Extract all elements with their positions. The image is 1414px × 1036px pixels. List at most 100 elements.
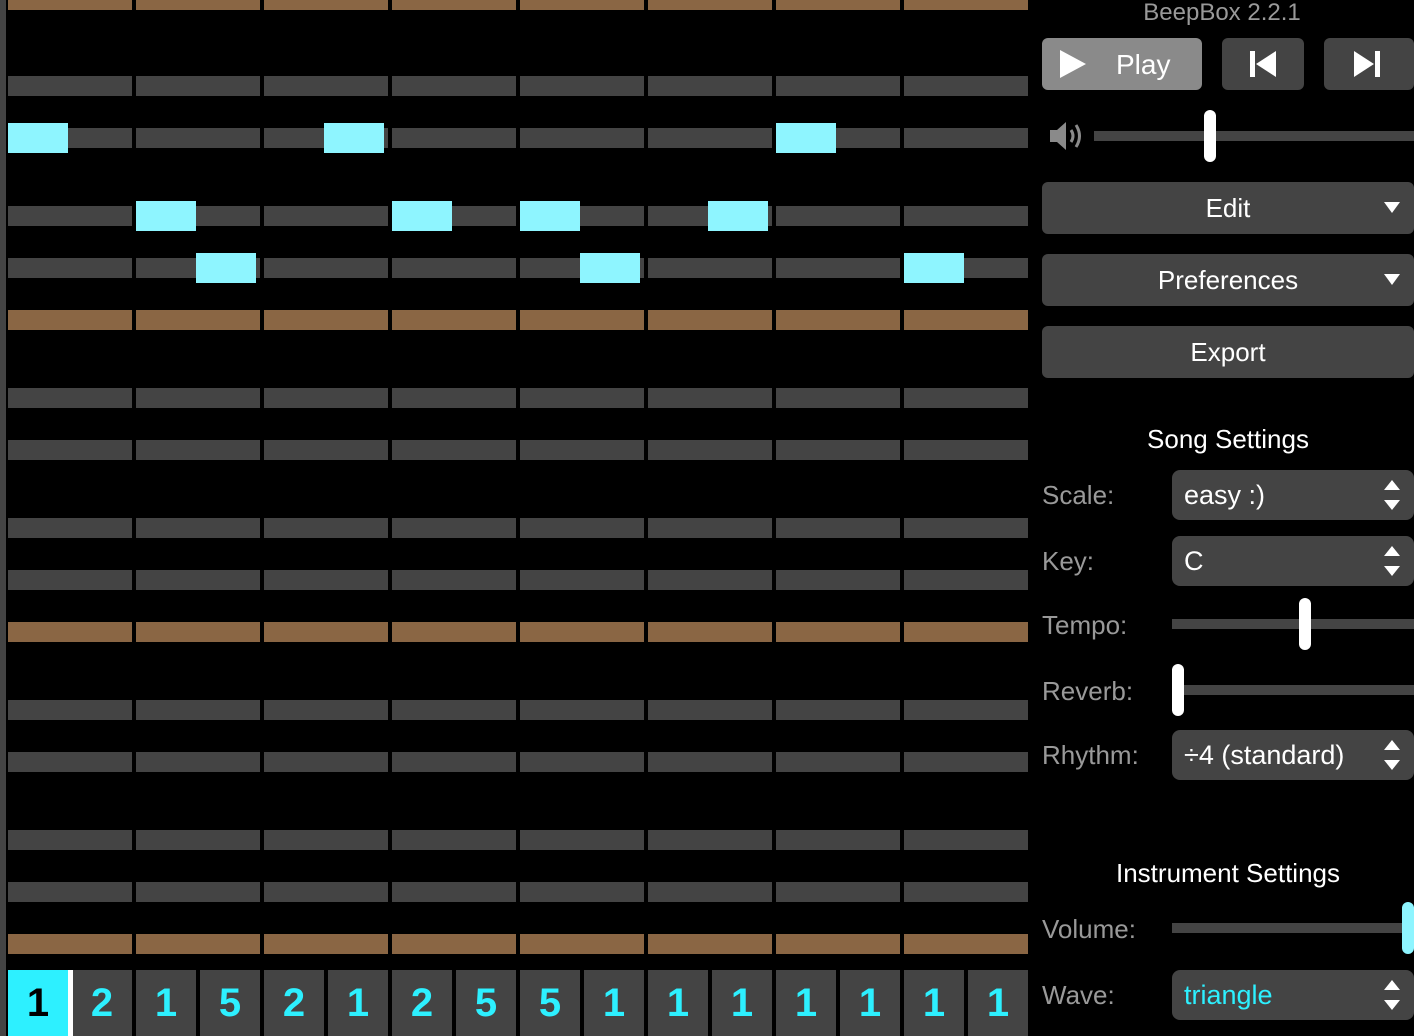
- pitch-row-segment[interactable]: [648, 518, 772, 538]
- export-button[interactable]: Export: [1042, 326, 1414, 378]
- note-block[interactable]: [520, 201, 580, 231]
- pitch-row-segment[interactable]: [136, 440, 260, 460]
- pitch-row-segment[interactable]: [136, 830, 260, 850]
- pitch-row-segment[interactable]: [776, 518, 900, 538]
- octave-row-segment[interactable]: [136, 934, 260, 954]
- octave-row-segment[interactable]: [8, 310, 132, 330]
- pattern-cell[interactable]: 2: [72, 970, 132, 1036]
- tempo-slider[interactable]: [1172, 619, 1414, 629]
- pitch-row-segment[interactable]: [264, 258, 388, 278]
- note-block[interactable]: [392, 201, 452, 231]
- wave-select[interactable]: triangle: [1172, 970, 1414, 1020]
- octave-row-segment[interactable]: [776, 310, 900, 330]
- pitch-row-segment[interactable]: [776, 830, 900, 850]
- pattern-cell[interactable]: 5: [200, 970, 260, 1036]
- octave-row-segment[interactable]: [264, 622, 388, 642]
- octave-row-segment[interactable]: [776, 934, 900, 954]
- pattern-cell[interactable]: 1: [968, 970, 1028, 1036]
- octave-row-segment[interactable]: [8, 934, 132, 954]
- instrument-volume-thumb[interactable]: [1402, 902, 1414, 954]
- play-button[interactable]: Play: [1042, 38, 1202, 90]
- pitch-row-segment[interactable]: [520, 128, 644, 148]
- pitch-row-segment[interactable]: [648, 570, 772, 590]
- pitch-row-segment[interactable]: [264, 882, 388, 902]
- pitch-row-segment[interactable]: [392, 128, 516, 148]
- note-block[interactable]: [708, 201, 768, 231]
- octave-row-segment[interactable]: [392, 0, 516, 10]
- octave-row-segment[interactable]: [264, 310, 388, 330]
- pitch-row-segment[interactable]: [904, 700, 1028, 720]
- pitch-row-segment[interactable]: [136, 570, 260, 590]
- pitch-row-segment[interactable]: [904, 76, 1028, 96]
- pitch-row-segment[interactable]: [264, 518, 388, 538]
- pitch-row-segment[interactable]: [136, 882, 260, 902]
- octave-row-segment[interactable]: [648, 934, 772, 954]
- note-block[interactable]: [904, 253, 964, 283]
- key-select[interactable]: C: [1172, 536, 1414, 586]
- pitch-row-segment[interactable]: [648, 830, 772, 850]
- pitch-row-segment[interactable]: [904, 518, 1028, 538]
- pitch-row-segment[interactable]: [648, 700, 772, 720]
- pattern-cell[interactable]: 5: [456, 970, 516, 1036]
- pitch-row-segment[interactable]: [8, 76, 132, 96]
- pattern-cell[interactable]: 1: [136, 970, 196, 1036]
- pattern-cell[interactable]: 2: [392, 970, 452, 1036]
- octave-row-segment[interactable]: [520, 0, 644, 10]
- pitch-row-segment[interactable]: [776, 570, 900, 590]
- pitch-row-segment[interactable]: [264, 76, 388, 96]
- skip-next-button[interactable]: [1324, 38, 1414, 90]
- master-volume-slider[interactable]: [1094, 131, 1414, 141]
- pitch-row-segment[interactable]: [264, 388, 388, 408]
- pitch-row-segment[interactable]: [136, 700, 260, 720]
- pitch-row-segment[interactable]: [520, 700, 644, 720]
- tempo-thumb[interactable]: [1299, 598, 1311, 650]
- reverb-slider[interactable]: [1172, 685, 1414, 695]
- octave-row-segment[interactable]: [648, 622, 772, 642]
- pitch-row-segment[interactable]: [392, 570, 516, 590]
- octave-row-segment[interactable]: [392, 310, 516, 330]
- pitch-row-segment[interactable]: [520, 76, 644, 96]
- note-block[interactable]: [324, 123, 384, 153]
- pitch-row-segment[interactable]: [904, 440, 1028, 460]
- pitch-row-segment[interactable]: [776, 206, 900, 226]
- pitch-row-segment[interactable]: [776, 258, 900, 278]
- note-block[interactable]: [580, 253, 640, 283]
- octave-row-segment[interactable]: [8, 622, 132, 642]
- playhead[interactable]: [68, 970, 73, 1036]
- note-block[interactable]: [8, 123, 68, 153]
- pitch-row-segment[interactable]: [136, 518, 260, 538]
- pitch-row-segment[interactable]: [904, 128, 1028, 148]
- pitch-row-segment[interactable]: [648, 128, 772, 148]
- pattern-cell[interactable]: 1: [584, 970, 644, 1036]
- pitch-row-segment[interactable]: [8, 830, 132, 850]
- pitch-row-segment[interactable]: [8, 518, 132, 538]
- pitch-row-segment[interactable]: [776, 700, 900, 720]
- pitch-row-segment[interactable]: [136, 128, 260, 148]
- pitch-row-segment[interactable]: [520, 882, 644, 902]
- pitch-row-segment[interactable]: [520, 440, 644, 460]
- pitch-row-segment[interactable]: [648, 258, 772, 278]
- pitch-row-segment[interactable]: [520, 518, 644, 538]
- octave-row-segment[interactable]: [8, 0, 132, 10]
- pattern-cell[interactable]: 1: [712, 970, 772, 1036]
- note-block[interactable]: [196, 253, 256, 283]
- octave-row-segment[interactable]: [776, 0, 900, 10]
- pitch-row-segment[interactable]: [392, 258, 516, 278]
- pattern-cell[interactable]: 1: [840, 970, 900, 1036]
- skip-previous-button[interactable]: [1222, 38, 1304, 90]
- instrument-volume-slider[interactable]: [1172, 923, 1414, 933]
- pitch-row-segment[interactable]: [8, 388, 132, 408]
- pitch-row-segment[interactable]: [392, 882, 516, 902]
- octave-row-segment[interactable]: [136, 622, 260, 642]
- pitch-row-segment[interactable]: [904, 388, 1028, 408]
- pitch-row-segment[interactable]: [392, 700, 516, 720]
- pitch-row-segment[interactable]: [904, 752, 1028, 772]
- octave-row-segment[interactable]: [136, 0, 260, 10]
- octave-row-segment[interactable]: [520, 622, 644, 642]
- pitch-row-segment[interactable]: [520, 388, 644, 408]
- pitch-row-segment[interactable]: [904, 830, 1028, 850]
- pitch-row-segment[interactable]: [648, 882, 772, 902]
- pitch-row-segment[interactable]: [392, 440, 516, 460]
- pitch-row-segment[interactable]: [136, 388, 260, 408]
- note-block[interactable]: [776, 123, 836, 153]
